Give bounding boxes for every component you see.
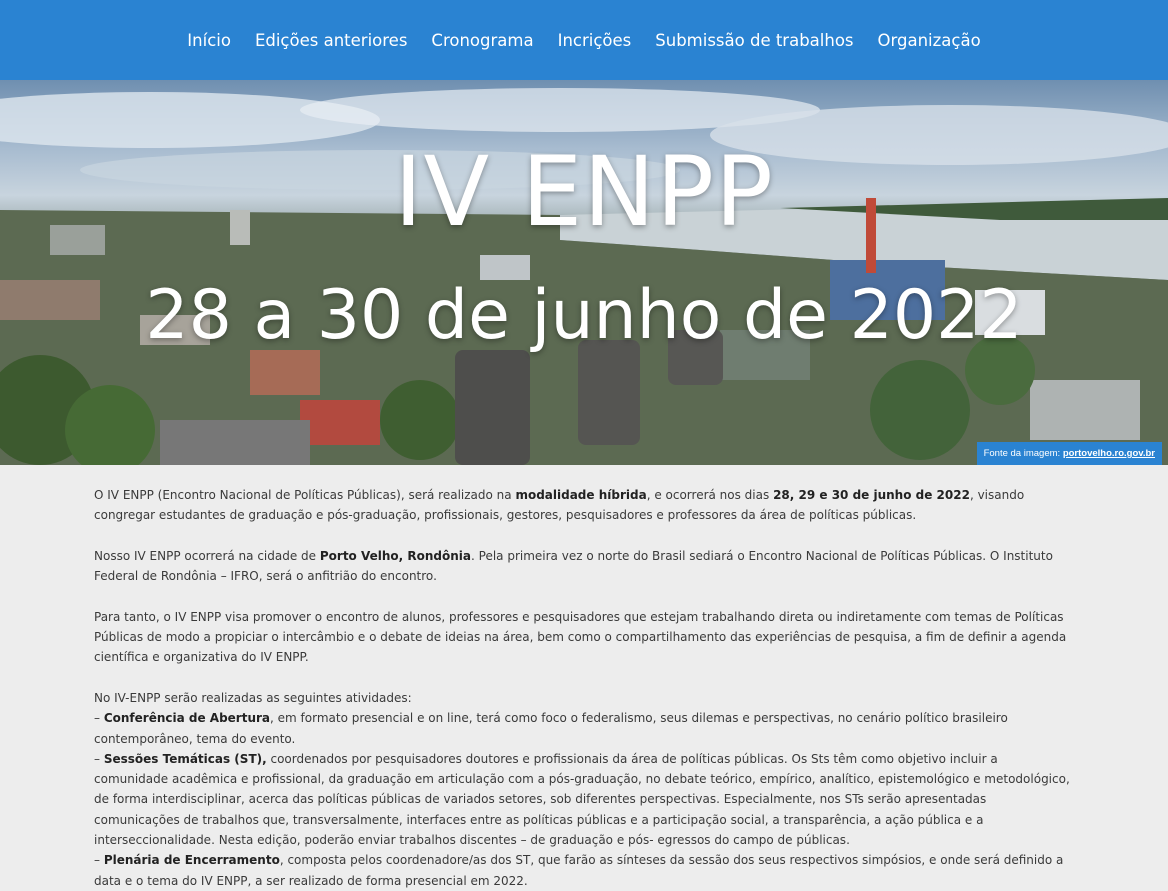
intro-dates: 28, 29 e 30 de junho de 2022 bbox=[773, 488, 970, 502]
activities-paragraph: No IV-ENPP serão realizadas as seguintes… bbox=[94, 688, 1074, 891]
nav-link-organizacao[interactable]: Organização bbox=[878, 31, 981, 50]
location-text-1: Nosso IV ENPP ocorrerá na cidade de bbox=[94, 548, 320, 563]
activity-dash: – bbox=[94, 711, 104, 726]
nav-link-submissao[interactable]: Submissão de trabalhos bbox=[655, 31, 853, 50]
nav-link-edicoes-anteriores[interactable]: Edições anteriores bbox=[255, 31, 407, 50]
activity-dash: – bbox=[94, 853, 104, 868]
image-credit-label: Fonte da imagem: bbox=[983, 448, 1063, 459]
intro-modality: modalidade híbrida bbox=[515, 488, 647, 502]
image-credit: Fonte da imagem: portovelho.ro.gov.br bbox=[976, 442, 1162, 465]
activity-opening-title: Conferência de Abertura bbox=[103, 711, 271, 726]
activity-closing-title: Plenária de Encerramento bbox=[103, 853, 280, 868]
main-content: O IV ENPP (Encontro Nacional de Política… bbox=[94, 465, 1074, 891]
purpose-paragraph: Para tanto, o IV ENPP visa promover o en… bbox=[94, 609, 1067, 665]
location-city: Porto Velho, Rondônia bbox=[319, 548, 471, 563]
intro-text-2: , e ocorrerá nos dias bbox=[646, 488, 774, 502]
hero-event-title: IV ENPP bbox=[394, 136, 774, 248]
intro-text-1: O IV ENPP (Encontro Nacional de Política… bbox=[94, 488, 516, 502]
activity-dash: – bbox=[94, 751, 104, 766]
hero-banner: IV ENPP 28 a 30 de junho de 2022 Fonte d… bbox=[0, 80, 1168, 465]
location-paragraph: Nosso IV ENPP ocorrerá na cidade de Port… bbox=[94, 546, 1074, 587]
nav-link-cronograma[interactable]: Cronograma bbox=[431, 31, 533, 50]
image-credit-link[interactable]: portovelho.ro.gov.br bbox=[1063, 448, 1155, 459]
intro-paragraph: O IV ENPP (Encontro Nacional de Política… bbox=[94, 485, 1074, 526]
activity-sessions-title: Sessões Temáticas (ST), bbox=[103, 751, 267, 766]
top-navigation: Início Edições anteriores Cronograma Inc… bbox=[0, 0, 1168, 80]
activity-sessions-text: coordenados por pesquisadores doutores e… bbox=[94, 751, 1070, 848]
nav-link-inicio[interactable]: Início bbox=[187, 31, 231, 50]
hero-event-dates: 28 a 30 de junho de 2022 bbox=[145, 276, 1023, 355]
activities-intro: No IV-ENPP serão realizadas as seguintes… bbox=[94, 690, 412, 705]
nav-link-inscricoes[interactable]: Incrições bbox=[558, 31, 632, 50]
